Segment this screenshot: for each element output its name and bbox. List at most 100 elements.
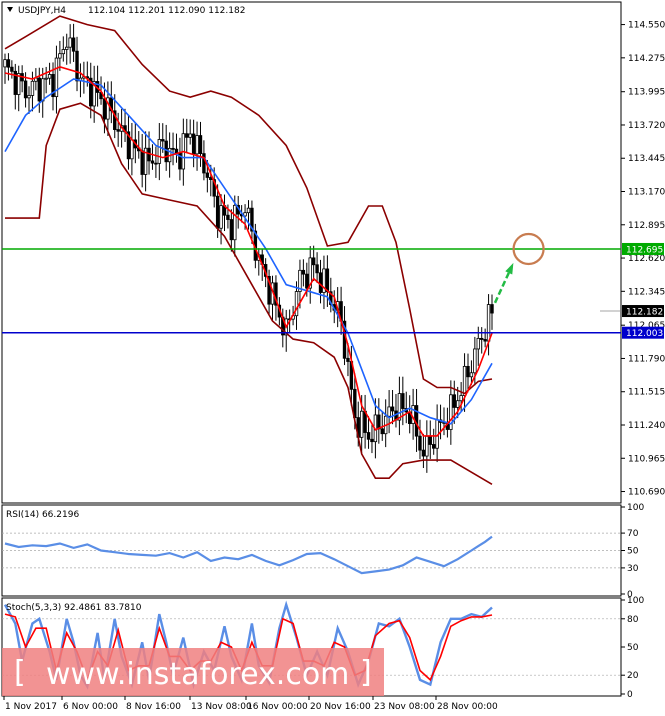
level-label: 112.003 xyxy=(626,329,663,339)
candle-body xyxy=(370,438,374,443)
x-tick-label: 23 Nov 08:00 xyxy=(374,702,435,712)
candle-body xyxy=(191,133,196,155)
price-y-tick-label: 112.620 xyxy=(628,254,665,264)
candle-body xyxy=(3,59,7,68)
price-y-tick-label: 114.275 xyxy=(628,54,665,64)
rsi-y-tick-label: 70 xyxy=(627,529,639,539)
x-tick-label: 1 Nov 2017 xyxy=(5,702,57,712)
last-price-label: 112.182 xyxy=(626,308,663,318)
price-y-tick-label: 112.895 xyxy=(628,221,665,231)
candle-body xyxy=(215,195,220,229)
x-tick-label: 16 Nov 00:00 xyxy=(247,702,308,712)
candle-body xyxy=(301,269,306,275)
candle-body xyxy=(377,414,381,430)
chart-svg: 114.825114.550114.275113.995113.720113.4… xyxy=(1,1,665,712)
candle-body xyxy=(476,337,480,350)
candle-body xyxy=(219,205,223,229)
price-y-tick-label: 110.965 xyxy=(628,454,665,464)
stoch-y-tick-label: 80 xyxy=(627,615,639,625)
stoch-y-tick-label: 50 xyxy=(627,643,639,653)
candle-body xyxy=(421,449,426,457)
stoch-title: Stoch(5,3,3) 92.4861 83.7810 xyxy=(6,603,142,613)
price-y-tick-label: 113.720 xyxy=(628,121,665,131)
price-y-tick-label: 111.515 xyxy=(628,388,665,398)
stoch-y-tick-label: 0 xyxy=(627,690,633,700)
candle-body xyxy=(205,172,210,178)
stoch-y-axis: 100 80 50 20 0 xyxy=(621,596,644,700)
candle-body xyxy=(140,150,144,175)
candle-body xyxy=(480,337,484,340)
candle-body xyxy=(462,365,467,396)
candle-body xyxy=(30,80,35,96)
x-tick-label: 13 Nov 08:00 xyxy=(191,702,252,712)
candle-body xyxy=(246,207,251,214)
candle-body xyxy=(486,304,491,342)
price-y-tick-label: 111.790 xyxy=(628,354,665,364)
candle-body xyxy=(315,264,319,274)
candle-body xyxy=(58,53,62,59)
candle-body xyxy=(311,257,316,266)
candle-body xyxy=(65,46,69,50)
rsi-y-tick-label: 50 xyxy=(627,547,639,557)
candle-body xyxy=(428,435,432,445)
candle-body xyxy=(6,59,11,68)
watermark-text: www.instaforex.com xyxy=(46,657,349,692)
rsi-y-tick-label: 100 xyxy=(627,503,644,513)
candle-body xyxy=(387,406,391,417)
rsi-y-axis: 1007050300 xyxy=(621,503,644,600)
candle-body xyxy=(27,95,31,99)
candle-body xyxy=(233,204,237,241)
candle-body xyxy=(10,66,14,72)
candle-body xyxy=(359,410,364,438)
symbol-title: USDJPY,H4 xyxy=(18,6,66,16)
candle-body xyxy=(401,393,405,409)
candle-body xyxy=(226,214,230,220)
price-y-tick-label: 113.995 xyxy=(628,88,665,98)
candle-body xyxy=(198,135,203,155)
candle-body xyxy=(366,432,371,440)
candle-body xyxy=(41,78,45,102)
stoch-y-tick-label: 20 xyxy=(627,671,639,681)
x-axis: 1 Nov 2017 6 Nov 00:00 8 Nov 16:00 13 Nov 0… xyxy=(3,696,498,712)
candle-body xyxy=(23,80,28,99)
ohlc-readout: 112.104 112.201 112.090 112.182 xyxy=(88,6,245,16)
candle-body xyxy=(431,444,436,449)
rsi-title: RSI(14) 66.2196 xyxy=(6,510,79,520)
candle-body xyxy=(390,406,395,412)
candle-body xyxy=(150,160,155,164)
price-y-tick-label: 111.240 xyxy=(628,421,665,431)
candle-body xyxy=(418,435,422,451)
candle-body xyxy=(318,272,323,293)
candle-body xyxy=(325,268,330,293)
x-tick-label: 20 Nov 16:00 xyxy=(310,702,371,712)
price-y-tick-label: 114.550 xyxy=(628,21,665,31)
candle-body xyxy=(75,50,79,82)
candle-body xyxy=(185,133,189,138)
price-y-tick-label: 112.345 xyxy=(628,287,665,297)
candle-body xyxy=(44,77,48,80)
candle-body xyxy=(305,273,309,289)
candle-body xyxy=(195,135,199,155)
stoch-y-tick-label: 100 xyxy=(627,596,644,606)
candle-body xyxy=(161,139,165,142)
candle-body xyxy=(452,394,456,408)
candle-body xyxy=(157,139,162,164)
watermark-close-bracket: ] xyxy=(360,655,372,690)
level-label: 112.695 xyxy=(626,245,663,255)
candle-body xyxy=(229,219,234,241)
candle-body xyxy=(102,98,107,120)
price-y-tick-label: 113.170 xyxy=(628,188,665,198)
x-tick-label: 8 Nov 16:00 xyxy=(126,702,181,712)
candle-body xyxy=(346,357,350,362)
candle-body xyxy=(130,139,134,160)
candle-body xyxy=(61,49,66,55)
candle-body xyxy=(483,339,487,342)
x-tick-label: 28 Nov 00:00 xyxy=(437,702,498,712)
candle-body xyxy=(71,37,76,52)
candle-body xyxy=(164,140,168,163)
price-panel-frame xyxy=(1,1,622,504)
candle-body xyxy=(456,400,460,408)
rsi-y-tick-label: 30 xyxy=(627,564,639,574)
candle-body xyxy=(490,304,494,314)
candle-body xyxy=(380,428,384,435)
